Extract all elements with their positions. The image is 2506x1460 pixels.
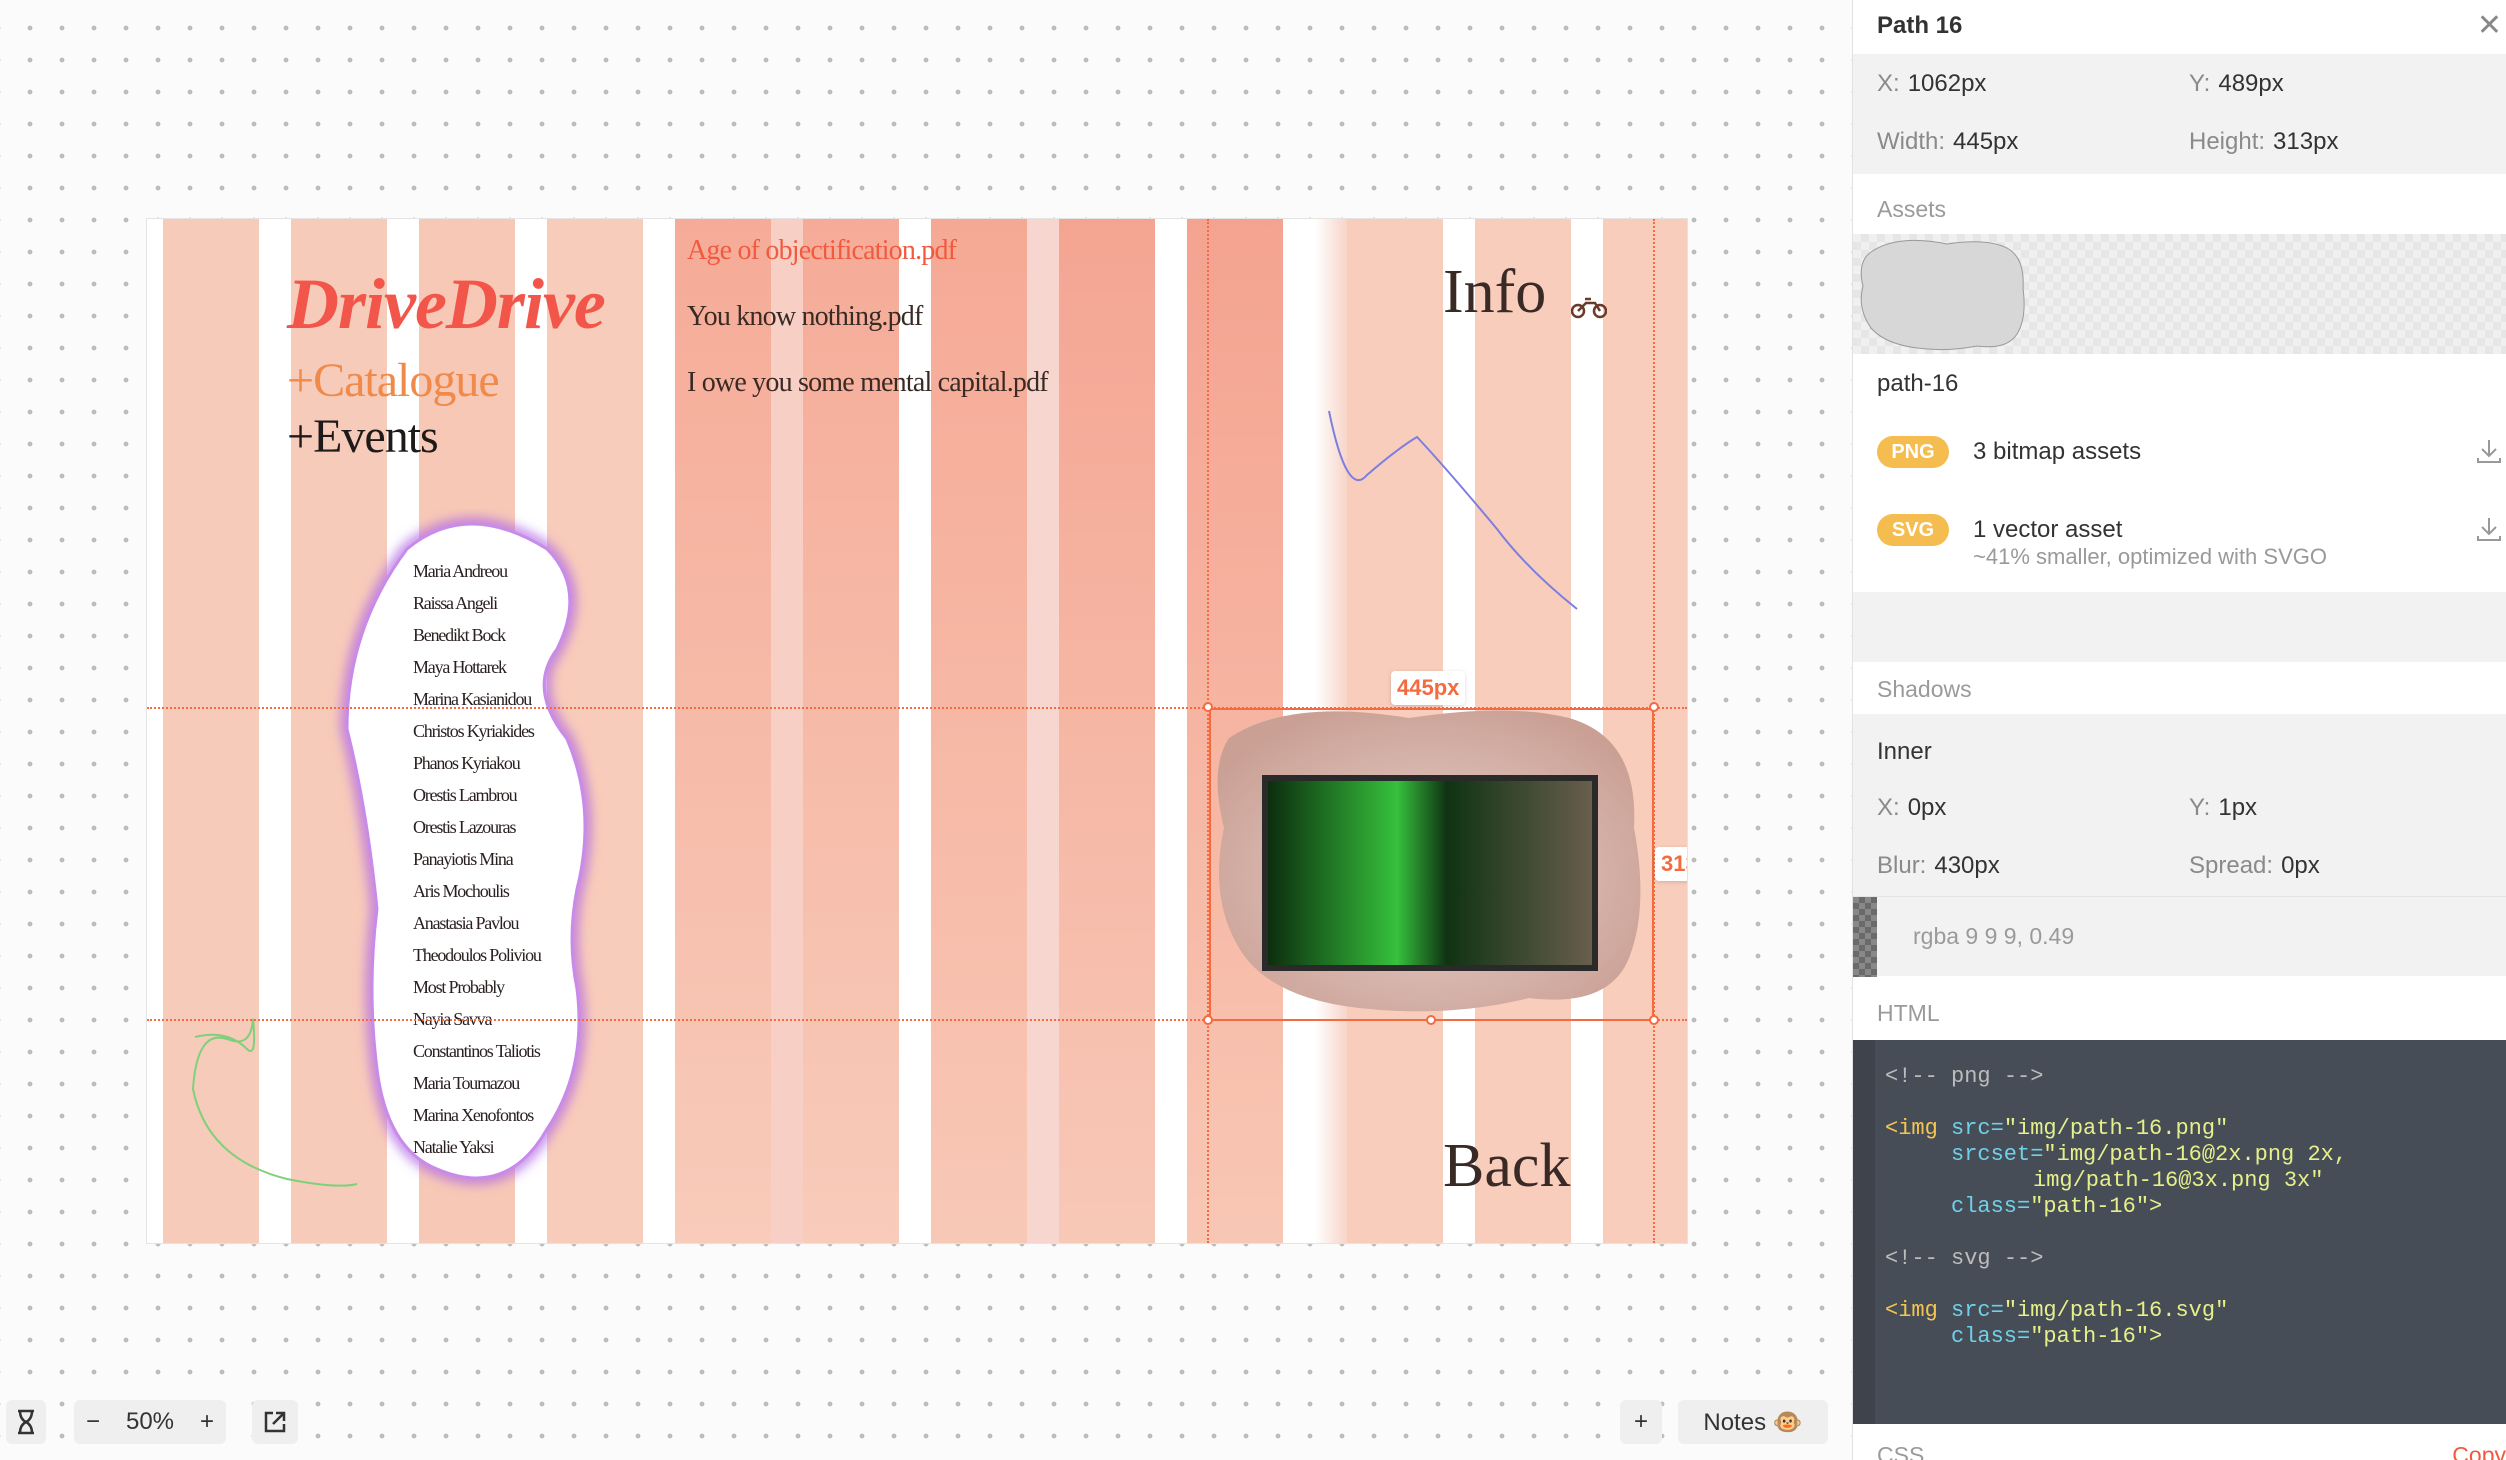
shadow-color-swatch[interactable] [1853,897,1877,977]
resize-handle-bl[interactable] [1203,1015,1213,1025]
name-list-item[interactable]: Orestis Lambrou [413,779,541,811]
brand-logo[interactable]: DriveDrive [287,263,606,346]
x-field[interactable]: X: 1062px [1877,70,1986,98]
zoom-control: − 50% + [74,1400,226,1444]
file-link-1[interactable]: Age of objectification.pdf [687,235,957,267]
zoom-level[interactable]: 50% [126,1408,174,1436]
external-link-icon [264,1411,286,1433]
name-list-item[interactable]: Christos Kyriakides [413,715,541,747]
add-note-button[interactable]: + [1620,1400,1662,1444]
html-heading: HTML [1877,1000,1940,1026]
resize-handle-br[interactable] [1649,1015,1659,1025]
close-icon[interactable]: ✕ [2477,8,2502,43]
svg-asset-text: 1 vector asset [1973,516,2123,543]
panel-title: Path 16 [1877,12,1963,39]
back-link[interactable]: Back [1443,1131,1570,1202]
name-list-item[interactable]: Marina Xenofontos [413,1099,541,1131]
name-list-item[interactable]: Aris Mochoulis [413,875,541,907]
blue-scribble [1328,410,1578,610]
shadow-blur-field[interactable]: Blur: 430px [1877,852,2000,880]
name-list-item[interactable]: Benedikt Bock [413,619,541,651]
file-link-3[interactable]: I owe you some mental capital.pdf [687,367,1049,399]
assets-heading: Assets [1877,196,1947,222]
inspector-panel: Path 16 ✕ X: 1062px Y: 489px Width: 445px H… [1852,0,2506,1460]
hourglass-button[interactable] [6,1400,46,1444]
width-dimension-label: 445px [1391,671,1466,705]
width-field[interactable]: Width: 445px [1877,128,2018,156]
shadow-color-row[interactable]: rgba 9 9 9, 0.49 [1853,896,2506,977]
html-code-block[interactable]: <!-- png --> <img src="img/path-16.png" … [1853,1040,2506,1424]
divider-band [1853,592,2506,662]
y-field[interactable]: Y: 489px [2189,70,2284,98]
resize-handle-b[interactable] [1426,1015,1436,1025]
name-list-item[interactable]: Raissa Angeli [413,587,541,619]
name-list-item[interactable]: Phanos Kyriakou [413,747,541,779]
name-list-item[interactable]: Most Probably [413,971,541,1003]
design-canvas[interactable]: DriveDrive +Catalogue +Events Age of obj… [0,0,1852,1460]
info-link[interactable]: Info [1443,257,1546,328]
name-list-item[interactable]: Constantinos Taliotis [413,1035,541,1067]
shadows-heading: Shadows [1877,676,1972,702]
export-button[interactable] [252,1400,298,1444]
height-field[interactable]: Height: 313px [2189,128,2338,156]
name-list-item[interactable]: Anastasia Pavlou [413,907,541,939]
code-line: class="path-16"> [1951,1324,2163,1349]
code-line: <img src="img/path-16.png" [1885,1116,2229,1141]
hourglass-icon [18,1409,34,1435]
resize-handle-tl[interactable] [1203,702,1213,712]
app-root: DriveDrive +Catalogue +Events Age of obj… [0,0,2506,1460]
shadow-x-field[interactable]: X: 0px [1877,794,1946,822]
file-link-2[interactable]: You know nothing.pdf [687,301,923,333]
shadow-type: Inner [1877,738,1932,765]
name-list-item[interactable]: Maria Toumazou [413,1067,541,1099]
download-icon[interactable] [2474,436,2504,466]
name-list-item[interactable]: Panayiotis Mina [413,843,541,875]
height-dimension-label: 313px [1655,847,1687,881]
code-line: class="path-16"> [1951,1194,2163,1219]
motorbike-icon [1571,297,1607,319]
code-line: <img src="img/path-16.svg" [1885,1298,2229,1323]
code-line: <!-- svg --> [1885,1246,2044,1271]
zoom-in-button[interactable]: + [200,1408,214,1436]
artboard[interactable]: DriveDrive +Catalogue +Events Age of obj… [146,218,1688,1244]
asset-preview[interactable] [1853,234,2506,354]
shadow-color-value: rgba 9 9 9, 0.49 [1913,923,2075,949]
selection-box [1209,708,1654,1021]
notes-button[interactable]: Notes 🐵 [1678,1400,1828,1444]
resize-handle-tr[interactable] [1649,702,1659,712]
name-list-item[interactable]: Marina Kasianidou [413,683,541,715]
name-list-item[interactable]: Maya Hottarek [413,651,541,683]
name-list-item[interactable]: Natalie Yaksi [413,1131,541,1163]
css-heading: CSS [1877,1442,1925,1460]
zoom-out-button[interactable]: − [86,1408,100,1436]
green-scribble [191,1018,358,1187]
asset-name: path-16 [1877,370,1959,397]
download-icon[interactable] [2474,514,2504,544]
name-list-item[interactable]: Theodoulos Poliviou [413,939,542,971]
nav-catalogue[interactable]: +Catalogue [287,353,500,408]
name-list-item[interactable]: Maria Andreou [413,555,541,587]
code-line: <!-- png --> [1885,1064,2044,1089]
svg-badge: SVG [1877,514,1949,546]
svg-asset-subtext: ~41% smaller, optimized with SVGO [1973,544,2327,569]
nav-events[interactable]: +Events [287,409,439,464]
name-list-item[interactable]: Orestis Lazouras [413,811,541,843]
png-asset-text: 3 bitmap assets [1973,438,2142,465]
shadow-spread-field[interactable]: Spread: 0px [2189,852,2320,880]
asset-thumbnail [1860,239,2025,351]
png-badge: PNG [1877,436,1949,468]
code-line: srcset="img/path-16@2x.png 2x, [1951,1142,2348,1167]
names-list: Maria Andreou Raissa Angeli Benedikt Bock M… [413,555,542,1163]
shadow-y-field[interactable]: Y: 1px [2189,794,2257,822]
code-gutter [1853,1040,1875,1424]
copy-button[interactable]: Copy [2452,1442,2506,1460]
code-line: img/path-16@3x.png 3x" [2033,1168,2324,1193]
